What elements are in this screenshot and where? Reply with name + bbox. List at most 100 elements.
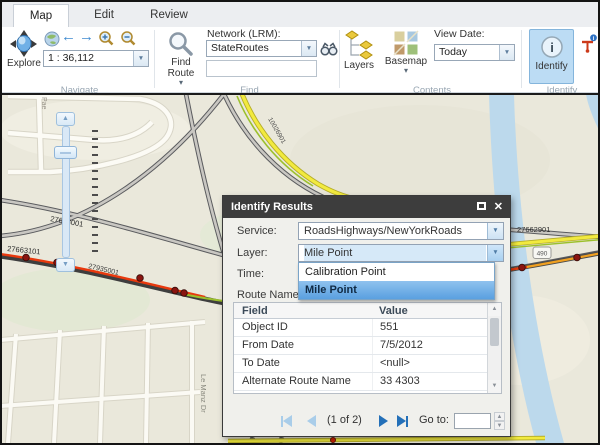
route-shield-490: 490 [533,247,551,259]
cell-value: 7/5/2012 [372,337,485,354]
find-route-magnifier-icon [168,31,194,57]
explore-button[interactable]: Explore [5,30,43,82]
table-header-value: Value [372,303,485,318]
pagination-bar: (1 of 2) Go to: ▲ ▼ [223,410,512,432]
forward-extent-arrow-icon[interactable]: → [79,28,94,45]
map-scale-value: 1 : 36,112 [48,51,132,66]
find-route-input[interactable] [206,60,317,77]
table-row[interactable]: To Date <null> [234,355,487,373]
cell-field: Alternate Route Name [242,373,360,390]
find-route-button[interactable]: Find Route ▾ [160,31,202,89]
goto-page-input[interactable] [454,413,491,429]
cell-field: Object ID [242,319,360,336]
cell-value: 551 [372,319,485,336]
cell-value: 33 4303 [372,373,485,390]
cell-field: To Date [242,355,360,372]
layer-dropdown-arrow-icon[interactable]: ▼ [487,245,503,261]
maximize-icon[interactable] [477,202,486,210]
scrollbar-thumb[interactable] [490,318,499,346]
zoom-slider-up-button[interactable]: ▲ [56,112,75,126]
tab-review[interactable]: Review [138,4,200,27]
first-page-button[interactable] [281,415,292,427]
layer-label: Layer: [237,247,268,259]
layer-combo[interactable]: Mile Point ▼ [298,244,504,262]
dropdown-option-calibration-point[interactable]: Calibration Point [299,263,494,281]
tab-edit[interactable]: Edit [78,4,130,27]
layer-dropdown-list: Calibration Point Mile Point [298,262,495,300]
identify-button[interactable]: i Identify [529,29,574,84]
network-dropdown-arrow-icon[interactable]: ▼ [301,41,316,56]
service-combo[interactable]: RoadsHighways/NewYorkRoads ▼ [298,222,504,240]
table-scrollbar[interactable]: ▲ ▼ [487,303,501,393]
layers-button[interactable]: Layers [342,30,376,78]
attribute-table: Field Value Object ID 551 From Date 7/5/… [233,302,502,394]
dropdown-option-mile-point[interactable]: Mile Point [299,281,494,299]
view-date-dropdown-arrow-icon[interactable]: ▼ [499,45,514,60]
dialog-titlebar[interactable]: Identify Results ✕ [223,196,510,218]
table-row[interactable]: From Date 7/5/2012 [234,337,487,355]
spinner-down-icon[interactable]: ▼ [494,421,505,430]
close-icon[interactable]: ✕ [494,199,503,215]
group-separator [339,30,340,88]
binoculars-search-icon[interactable] [320,42,338,57]
view-date-value: Today [439,45,498,60]
table-header-row: Field Value [234,303,487,319]
network-lrm-label: Network (LRM): [207,28,281,40]
back-extent-arrow-icon[interactable]: ← [61,28,76,45]
layer-value: Mile Point [304,245,486,261]
route-label-right: 27662901 [517,225,550,234]
table-header-field: Field [242,303,360,318]
group-separator [154,30,155,88]
scale-dropdown-arrow-icon[interactable]: ▼ [133,51,148,66]
zoom-slider-down-button[interactable]: ▼ [56,258,75,272]
basemap-tiles-icon [393,30,419,56]
cell-value: <null> [372,355,485,372]
identify-route-tool-icon[interactable]: i [579,34,598,54]
basemap-caret-icon: ▾ [384,67,428,75]
identify-results-dialog: Identify Results ✕ Service: RoadsHighway… [222,195,511,437]
explore-compass-icon [10,30,38,58]
next-page-button[interactable] [379,415,388,427]
street-label-le-manz: Le Manz Dr [199,374,208,413]
svg-text:490: 490 [537,251,548,258]
table-row[interactable]: Object ID 551 [234,319,487,337]
service-value: RoadsHighways/NewYorkRoads [304,223,486,239]
tab-map[interactable]: Map [13,4,69,27]
cell-field: From Date [242,337,360,354]
street-label-top: Pae [40,97,47,110]
table-row[interactable]: Alternate Route Name 33 4303 [234,373,487,391]
dialog-title: Identify Results [231,201,313,213]
map-scale-combo[interactable]: 1 : 36,112 ▼ [43,50,149,67]
goto-spinner[interactable]: ▲ ▼ [494,412,505,430]
svg-text:i: i [550,40,554,55]
service-label: Service: [237,225,277,237]
find-route-label-1: Find [160,57,202,68]
app-window: Map Edit Review Explore ← → [0,0,600,445]
ribbon-tab-strip: Map Edit Review [2,2,598,27]
layers-toc-icon [345,30,373,60]
group-separator [521,30,522,88]
goto-label: Go to: [419,414,449,426]
zoom-in-icon[interactable] [98,30,115,47]
scrollbar-down-icon[interactable]: ▼ [488,380,501,393]
last-page-button[interactable] [397,415,408,427]
full-extent-globe-icon[interactable] [44,31,60,47]
find-route-caret-icon: ▾ [160,79,202,87]
time-label: Time: [237,268,264,280]
ribbon: Explore ← → 1 : 36,112 ▼ Navigate [2,27,598,93]
service-dropdown-arrow-icon[interactable]: ▼ [487,223,503,239]
layers-label: Layers [342,60,376,71]
route-name-label: Route Name: [237,289,302,301]
network-lrm-combo[interactable]: StateRoutes ▼ [206,40,317,57]
spinner-up-icon[interactable]: ▲ [494,412,505,421]
explore-label: Explore [5,58,43,69]
previous-page-button[interactable] [307,415,316,427]
zoom-slider-thumb[interactable] [54,146,77,159]
view-date-combo[interactable]: Today ▼ [434,44,515,61]
identify-info-circle-icon: i [540,35,564,59]
network-lrm-value: StateRoutes [211,41,300,56]
basemap-button[interactable]: Basemap ▾ [384,30,428,86]
view-date-label: View Date: [434,28,485,40]
zoom-out-icon[interactable] [120,30,137,47]
scrollbar-up-icon[interactable]: ▲ [488,303,501,316]
